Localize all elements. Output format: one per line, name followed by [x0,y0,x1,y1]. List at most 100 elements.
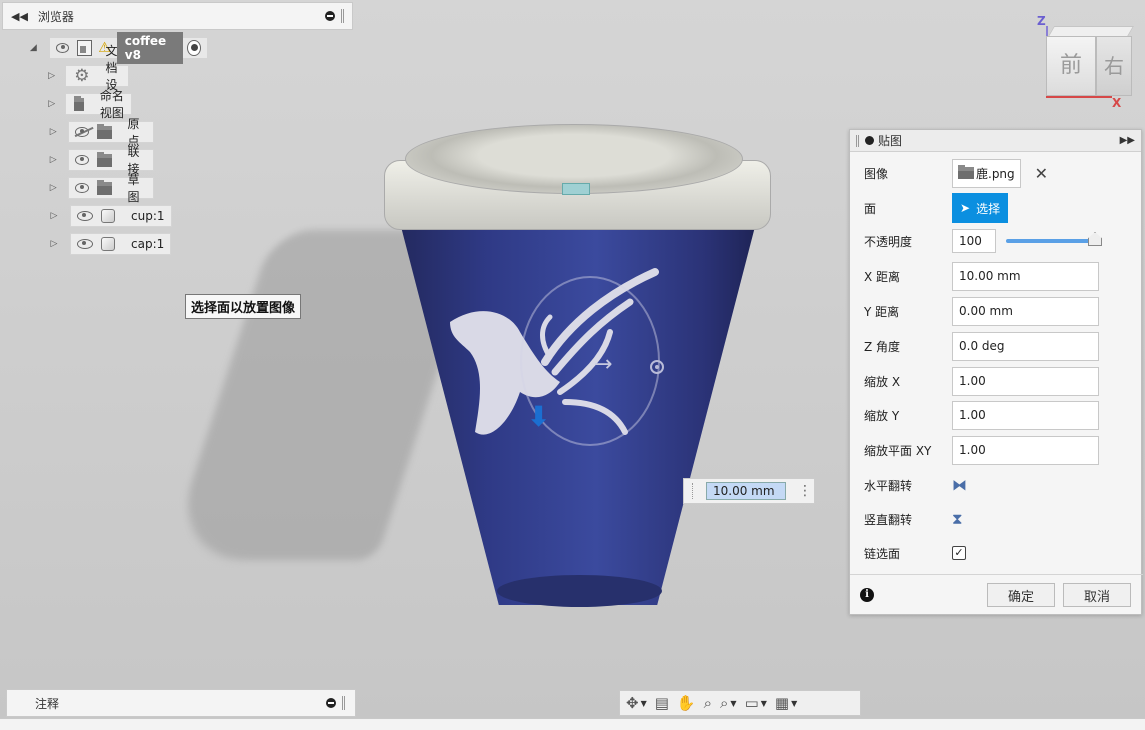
panel-grip-icon[interactable] [342,696,345,710]
visibility-eye-icon[interactable] [77,211,93,221]
face-select-button[interactable]: ➤ 选择 [952,193,1009,223]
scale-x-label: 缩放 X [864,374,901,389]
x-distance-input[interactable]: 10.00 mm [952,261,1099,291]
scale-x-input[interactable]: 1.00 [952,366,1099,396]
dialog-grip-icon[interactable] [856,134,859,147]
move-x-arrow-icon[interactable]: → [594,352,612,377]
rotate-handle-icon[interactable] [650,360,664,374]
tree-item-cup[interactable]: ▷ cup:1 [48,205,172,227]
cancel-button[interactable]: 取消 [1063,583,1131,607]
expand-triangle-icon[interactable]: ▷ [48,239,60,249]
folder-icon [958,165,974,179]
visibility-eye-icon[interactable] [75,155,89,165]
opacity-input[interactable]: 100 [952,229,996,253]
viewcube-right-face[interactable]: 右 [1096,36,1132,96]
orbit-icon[interactable]: ✥ [626,695,639,711]
flip-horizontal-label: 水平翻转 [864,478,913,493]
tree-item-doc-settings[interactable]: ▷ ⚙ 文档设置 [48,44,130,109]
info-icon[interactable]: i [860,587,874,602]
collapse-panel-icon[interactable]: ◀◀ [11,10,28,23]
x-axis-line [1046,96,1112,98]
tree-node-origin[interactable]: 原点 [68,117,155,148]
opacity-row: 不透明度 100 [864,226,1102,256]
clear-image-icon[interactable]: ✕ [1035,164,1048,183]
flip-horizontal-icon[interactable]: ⧓ [952,476,967,494]
scale-xy-input[interactable]: 1.00 [952,435,1099,465]
dialog-pin-icon[interactable] [865,136,874,145]
viewcube-front-face[interactable]: 前 [1046,36,1096,96]
tree-item-sketches[interactable]: ▷ 草图 [48,173,155,204]
fit-zoom-icon[interactable]: ⌕ [720,695,728,711]
tree-item-label: 命名视图 [99,89,124,120]
visibility-eye-icon[interactable] [75,183,89,193]
grid-settings-icon[interactable]: ▦ [775,695,789,711]
expand-triangle-icon[interactable]: ▷ [48,71,55,81]
expand-dialog-icon[interactable]: ▶▶ [1120,135,1135,146]
y-distance-input[interactable]: 0.00 mm [952,296,1099,326]
expand-triangle-icon[interactable]: ▷ [48,211,60,221]
dialog-header[interactable]: 贴图 ▶▶ [850,130,1141,152]
tree-item-origin[interactable]: ▷ 原点 [48,117,155,148]
tree-node-doc-settings[interactable]: ⚙ 文档设置 [65,44,130,109]
display-settings-icon[interactable]: ▭ [745,695,759,711]
z-angle-input[interactable]: 0.0 deg [952,331,1099,361]
tree-node-cup[interactable]: cup:1 [70,205,172,227]
image-file-button[interactable]: 鹿.png [952,158,1021,188]
root-component-label[interactable]: coffee v8 [116,32,184,64]
flip-vertical-icon[interactable]: ⧗ [952,510,963,528]
look-at-icon[interactable]: ▤ [655,695,669,711]
distance-value-input[interactable]: 10.00 mm [706,482,786,500]
hidden-eye-icon[interactable] [75,127,89,137]
activate-radio-icon[interactable] [187,40,201,56]
tree-item-joints[interactable]: ▷ 联接 [48,145,155,176]
tree-item-named-views[interactable]: ▷ 命名视图 [48,89,133,120]
viewcube[interactable]: 前 右 Z X [1030,14,1142,115]
comments-panel-header[interactable]: 注释 [6,689,356,717]
grid-dropdown-icon[interactable]: ▼ [791,699,797,708]
opacity-slider-thumb[interactable] [1088,232,1102,246]
y-distance-row: Y 距离 0.00 mm [864,296,1099,326]
visibility-eye-icon[interactable] [77,239,93,249]
scale-xy-label: 缩放平面 XY [864,443,932,458]
chain-faces-checkbox[interactable]: ✓ [952,546,966,560]
x-axis-label: X [1112,96,1122,110]
pin-icon[interactable] [325,11,335,21]
tree-node-named-views[interactable]: 命名视图 [65,89,133,120]
expand-triangle-icon[interactable]: ▷ [48,183,58,193]
tree-node-cap[interactable]: cap:1 [70,233,172,255]
browser-panel-header[interactable]: ◀◀ 浏览器 [2,2,353,30]
expand-triangle-icon[interactable]: ▷ [48,99,55,109]
cursor-arrow-icon: ➤ [960,201,971,215]
component-icon [77,40,93,56]
scale-x-row: 缩放 X 1.00 [864,366,1099,396]
pan-hand-icon[interactable]: ✋ [677,695,696,711]
move-down-arrow-icon[interactable]: ⬇ [527,400,553,434]
tree-item-label: 草图 [127,173,140,204]
panel-grip-icon[interactable] [341,9,344,23]
ok-button[interactable]: 确定 [987,583,1055,607]
x-distance-label: X 距离 [864,269,901,284]
display-dropdown-icon[interactable]: ▼ [761,699,767,708]
tree-node-joints[interactable]: 联接 [68,145,155,176]
folder-icon [74,95,84,111]
opacity-label: 不透明度 [864,234,913,249]
distance-input-box[interactable]: 10.00 mm ⋮ [683,478,815,504]
expand-triangle-icon[interactable]: ▷ [48,155,58,165]
drag-grip-icon[interactable] [692,483,696,499]
tree-node-sketches[interactable]: 草图 [68,173,155,204]
zoom-dropdown-icon[interactable]: ▼ [730,699,736,708]
orbit-dropdown-icon[interactable]: ▼ [641,699,647,708]
zoom-icon[interactable]: ⌕ [704,695,712,711]
collapse-triangle-icon[interactable]: ◢ [28,43,39,53]
more-options-icon[interactable]: ⋮ [798,483,812,499]
cup-base [497,575,662,607]
add-comment-icon[interactable] [326,698,336,708]
flip-horizontal-row: 水平翻转 ⧓ [864,470,967,500]
scale-xy-row: 缩放平面 XY 1.00 [864,435,1099,465]
scale-y-input[interactable]: 1.00 [952,400,1099,430]
visibility-eye-icon[interactable] [55,43,70,53]
opacity-slider[interactable] [1006,232,1102,246]
root-component-node[interactable]: ⚠ coffee v8 [48,32,208,64]
tree-item-cap[interactable]: ▷ cap:1 [48,233,172,255]
expand-triangle-icon[interactable]: ▷ [48,127,58,137]
